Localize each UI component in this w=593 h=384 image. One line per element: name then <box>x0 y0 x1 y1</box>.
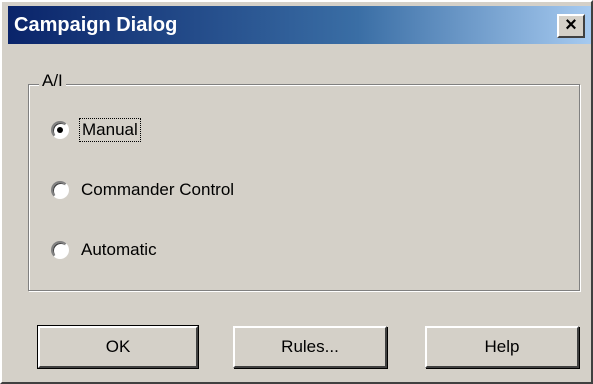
help-button-label: Help <box>484 337 520 356</box>
rules-button-label: Rules... <box>281 337 339 356</box>
window-title: Campaign Dialog <box>14 14 178 36</box>
ok-button-label: OK <box>105 337 131 356</box>
campaign-dialog-window: Campaign Dialog × A/I Manual Commander C… <box>0 0 593 384</box>
ok-button[interactable]: OK <box>37 325 199 369</box>
radio-label-manual: Manual <box>79 118 141 142</box>
help-button[interactable]: Help <box>425 326 579 368</box>
radio-option-manual[interactable]: Manual <box>51 116 141 144</box>
radio-option-commander-control[interactable]: Commander Control <box>51 176 234 204</box>
radio-automatic[interactable] <box>51 241 69 259</box>
ai-group-legend: A/I <box>39 71 66 91</box>
title-bar[interactable]: Campaign Dialog × <box>8 6 591 44</box>
radio-label-automatic: Automatic <box>81 240 157 259</box>
radio-label-commander-control: Commander Control <box>81 180 235 199</box>
rules-button[interactable]: Rules... <box>233 326 387 368</box>
radio-option-automatic[interactable]: Automatic <box>51 236 157 264</box>
close-button[interactable]: × <box>557 14 585 38</box>
close-icon: × <box>565 14 577 36</box>
radio-manual[interactable] <box>51 121 69 139</box>
radio-commander-control[interactable] <box>51 181 69 199</box>
